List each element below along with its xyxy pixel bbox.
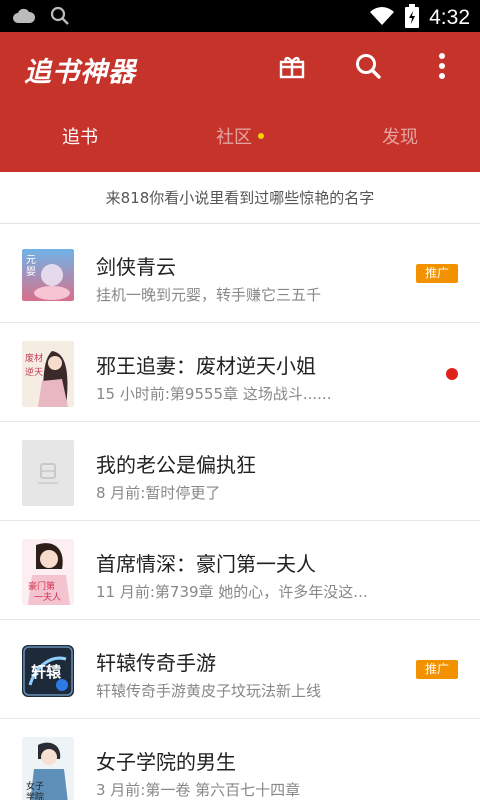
app-header: 追书神器 追书 社区 发现 [0,32,480,172]
book-title: 剑侠青云 [96,255,176,279]
unread-dot [446,368,458,380]
book-cover: 女子 学院 [22,737,74,800]
wifi-icon [369,6,395,30]
svg-text:逆天: 逆天 [25,366,43,378]
list-item[interactable]: 元 婴 剑侠青云 挂机一晚到元婴，转手赚它三五千 推广 [0,224,480,323]
tab-new-dot [258,133,264,139]
book-cover: 豪门第 一夫人 [22,539,74,605]
svg-text:一夫人: 一夫人 [34,591,61,603]
ad-badge: 推广 [416,264,458,283]
book-subtitle: 15 小时前:第9555章 这场战斗...... [96,385,332,403]
book-cover: 轩辕 [22,645,74,697]
tab-label: 社区 [216,127,252,148]
tab-faxian[interactable]: 发现 [320,116,480,172]
tab-zhuishu[interactable]: 追书 [0,116,160,172]
book-subtitle: 挂机一晚到元婴，转手赚它三五千 [96,286,322,304]
book-title: 轩辕传奇手游 [96,651,216,675]
search-icon [50,6,70,30]
book-title: 邪王追妻：废材逆天小姐 [96,354,316,378]
list-item[interactable]: 豪门第 一夫人 首席情深：豪门第一夫人 11 月前:第739章 她的心，许多年没… [0,521,480,620]
list-item[interactable]: 废材 逆天 邪王追妻：废材逆天小姐 15 小时前:第9555章 这场战斗....… [0,323,480,422]
list-item[interactable]: 女子 学院 女子学院的男生 3 月前:第一卷 第六百七十四章 [0,719,480,800]
book-title: 我的老公是偏执狂 [96,453,256,477]
battery-icon [405,4,420,32]
svg-text:婴: 婴 [26,266,36,278]
status-clock: 4:32 [429,6,470,29]
svg-text:豪门第: 豪门第 [28,580,55,592]
svg-text:轩辕: 轩辕 [31,663,62,681]
cloud-icon [12,7,36,29]
svg-text:废材: 废材 [25,352,43,364]
app-title: 追书神器 [24,57,136,88]
book-subtitle: 8 月前:暂时停更了 [96,484,221,502]
book-title: 女子学院的男生 [96,750,236,774]
gift-icon[interactable] [276,50,308,82]
list-item[interactable]: 轩辕 轩辕传奇手游 轩辕传奇手游黄皮子坟玩法新上线 推广 [0,620,480,719]
tab-bar: 追书 社区 发现 [0,116,480,172]
book-cover: 废材 逆天 [22,341,74,407]
announcement-banner[interactable]: 来818你看小说里看到过哪些惊艳的名字 [0,172,480,224]
book-title: 首席情深：豪门第一夫人 [96,552,316,576]
book-list: 元 婴 剑侠青云 挂机一晚到元婴，转手赚它三五千 推广 废材 逆天 邪王追妻：废… [0,224,480,800]
ad-badge: 推广 [416,660,458,679]
svg-text:女子: 女子 [26,780,44,792]
tab-label: 发现 [382,127,418,148]
book-cover [22,440,74,506]
status-bar: 4:32 [0,0,480,32]
tab-label: 追书 [62,127,98,148]
list-item[interactable]: 我的老公是偏执狂 8 月前:暂时停更了 [0,422,480,521]
search-icon[interactable] [352,50,384,82]
svg-text:元: 元 [26,255,36,266]
svg-text:学院: 学院 [26,791,44,800]
book-cover: 元 婴 [22,249,74,301]
book-subtitle: 11 月前:第739章 她的心，许多年没这... [96,583,368,601]
tab-shequ[interactable]: 社区 [160,116,320,172]
book-subtitle: 3 月前:第一卷 第六百七十四章 [96,781,301,799]
more-vert-icon[interactable] [426,50,458,82]
book-subtitle: 轩辕传奇手游黄皮子坟玩法新上线 [96,682,322,700]
